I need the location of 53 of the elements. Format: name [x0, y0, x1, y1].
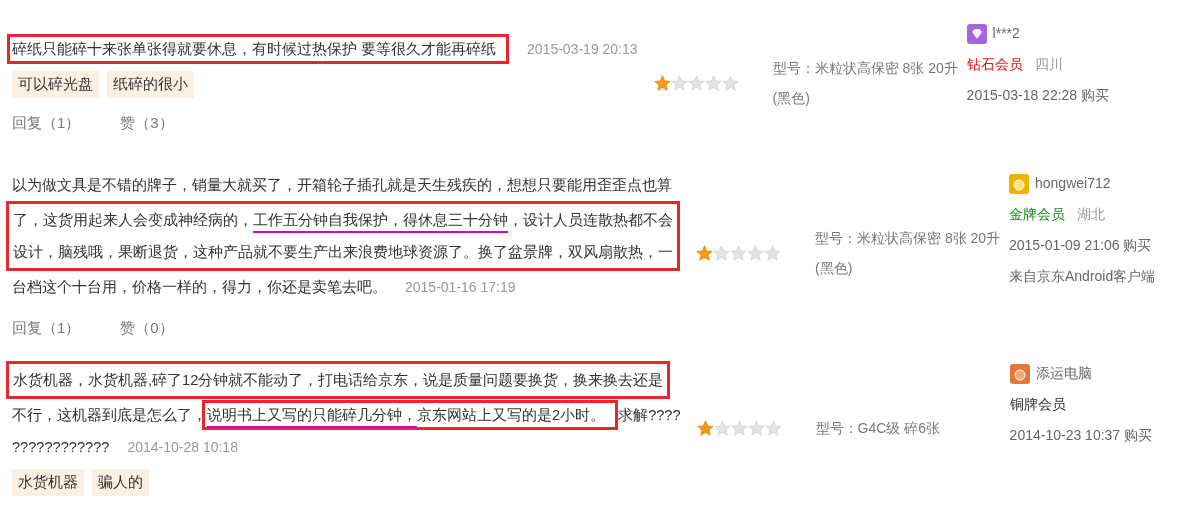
tag[interactable]: 水货机器 — [12, 468, 84, 496]
purchase-time: 2015-03-18 22:28 购买 — [966, 86, 1110, 105]
action-link[interactable]: 回复（1） — [12, 318, 81, 338]
model-text: 型号：米粒状高保密 8张 20升(黑色) — [772, 59, 959, 108]
member-level: 金牌会员 — [1009, 205, 1065, 224]
review-text: ???????????? — [12, 438, 110, 457]
review-text: 求解???? — [618, 406, 681, 425]
member-badge-icon — [1009, 173, 1029, 194]
star-icon — [704, 74, 722, 92]
star-icon — [713, 244, 730, 262]
star-icon — [730, 419, 748, 437]
action-link[interactable]: 回复（1） — [12, 114, 81, 133]
user-region: 湖北 — [1077, 205, 1105, 224]
purchase-time: 2015-01-09 21:06 购买 — [1009, 236, 1153, 255]
review-text: 水货机器，水货机器,碎了12分钟就不能动了，打电话给京东，说是质量问题要换货，换来换去还是 — [13, 371, 664, 390]
member-level: 铜牌会员 — [1009, 395, 1066, 414]
review-date: 2015-03-19 20:13 — [527, 41, 638, 57]
action-link[interactable]: 赞（0） — [120, 318, 174, 338]
review-text: 设计，脑残哦，果断退货，这种产品就不要生产出来浪费地球资源了。换了盆景牌，双风扇散热，一 — [13, 243, 673, 262]
user-region: 四川 — [1034, 55, 1063, 74]
star-icon — [670, 74, 688, 92]
user-name[interactable]: l***2 — [992, 18, 1020, 49]
review-text: 说明书上又写的只能碎几分钟，京东网站上又写的是2小时。 — [202, 399, 619, 430]
star-icon — [653, 74, 671, 92]
user-name[interactable]: hongwei712 — [1035, 168, 1111, 199]
review-text: 了，这货用起来人会变成神经病的，工作五分钟自我保护，得休息三十分钟，设计人员连散热都不会 — [13, 211, 673, 233]
star-icon — [721, 74, 739, 92]
star-icon — [747, 419, 765, 437]
star-icon — [687, 74, 705, 92]
action-link[interactable]: 赞（3） — [120, 114, 174, 133]
tag[interactable]: 可以碎光盘 — [12, 71, 99, 98]
review-date: 2014-10-28 10:18 — [127, 438, 238, 455]
member-level: 钻石会员 — [966, 55, 1023, 74]
star-icon — [730, 244, 747, 262]
tag[interactable]: 纸碎的很小 — [107, 71, 194, 98]
star-icon — [696, 244, 713, 262]
tag[interactable]: 骗人的 — [92, 468, 149, 496]
client-source: 来自京东Android客户端 — [1009, 267, 1156, 286]
star-icon — [764, 244, 781, 262]
model-text: 型号：G4C级 碎6张 — [815, 419, 942, 438]
star-icon — [747, 244, 764, 262]
star-icon — [696, 419, 714, 437]
user-name[interactable]: 添运电脑 — [1035, 358, 1092, 389]
star-icon — [713, 419, 731, 437]
review-text: 台档这个十台用，价格一样的，得力，你还是卖笔去吧。 — [12, 278, 387, 297]
model-text: 型号：米粒状高保密 8张 20升(黑色) — [815, 229, 1002, 278]
member-badge-icon — [966, 23, 987, 44]
member-badge-icon — [1009, 363, 1030, 384]
purchase-time: 2014-10-23 10:37 购买 — [1009, 426, 1153, 445]
review-date: 2015-01-16 17:19 — [405, 278, 516, 295]
star-icon — [764, 419, 782, 437]
review-text: 碎纸只能碎十来张单张得就要休息，有时候过热保护 要等很久才能再碎纸 — [7, 34, 510, 64]
review-text: 以为做文具是不错的牌子，销量大就买了，开箱轮子插孔就是天生残疾的，想想只要能用歪歪点也算 — [12, 176, 672, 195]
